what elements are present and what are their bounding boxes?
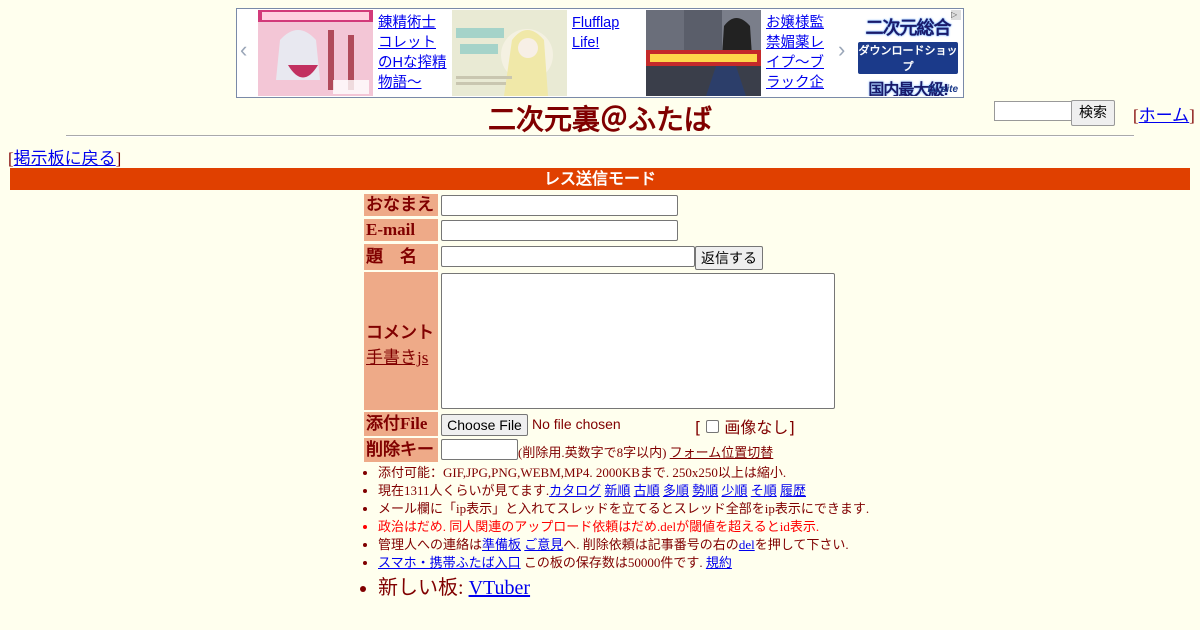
home-link-wrapper: [ホーム]: [1133, 106, 1195, 125]
viewer-count: 現在1311人くらいが見てます.: [378, 483, 550, 498]
email-field[interactable]: [441, 220, 678, 241]
note-attachments: 添付可能：GIF,JPG,PNG,WEBM,MP4. 2000KBまで. 250…: [378, 464, 872, 482]
submit-reply-button[interactable]: 返信する: [695, 246, 763, 270]
ad-next-arrow[interactable]: ›: [838, 37, 845, 63]
note-ip-display: メール欄に「ip表示」と入れてスレッドを立てるとスレッド全部をip表示にできます…: [378, 500, 872, 518]
sort-momentum-link[interactable]: 勢順: [692, 483, 718, 498]
preparation-board-link[interactable]: 準備板: [482, 537, 521, 552]
sort-few-link[interactable]: 少順: [721, 483, 747, 498]
search-button[interactable]: 検索: [1071, 100, 1115, 126]
subject-field[interactable]: [441, 246, 695, 267]
note-contact: 管理人への連絡は準備板 ご意見へ. 削除依頼は記事番号の右のdelを押して下さい…: [378, 536, 872, 554]
contact-text-c: を押して下さい.: [754, 537, 849, 552]
sort-other-link[interactable]: そ順: [751, 483, 777, 498]
ad-prev-arrow[interactable]: ‹: [240, 37, 247, 63]
del-link[interactable]: del: [739, 537, 755, 552]
file-label: 添付File: [364, 412, 438, 436]
dlsite-logo: DLsite: [927, 84, 958, 95]
delete-key-note: (削除用.英数字で8字以内): [518, 445, 667, 460]
handwriting-link-wrapper: 手書きjs: [366, 343, 438, 368]
dlsite-banner-line2: ダウンロードショップ: [858, 42, 958, 74]
ad-link-3[interactable]: お嬢様監禁媚薬レイプ～ブラック企: [766, 15, 824, 91]
reply-mode-bar: レス送信モード: [10, 168, 1190, 190]
ad-text-1[interactable]: 錬精術士コレットのHな搾精物語～: [378, 13, 448, 93]
ad-banner[interactable]: ‹ 錬精術士コレットのHな搾精物語～ Flufflap Life! お嬢様監禁媚…: [236, 8, 964, 98]
history-link[interactable]: 履歴: [780, 483, 806, 498]
ad-text-2[interactable]: Flufflap Life!: [572, 13, 642, 53]
vtuber-board-link[interactable]: VTuber: [469, 577, 531, 599]
search-input[interactable]: [994, 101, 1074, 121]
feedback-link[interactable]: ご意見: [524, 537, 563, 552]
no-image-checkbox[interactable]: [706, 420, 720, 433]
mobile-entrance-link[interactable]: スマホ・携帯ふたば入口: [378, 555, 521, 570]
sort-old-link[interactable]: 古順: [634, 483, 660, 498]
choose-file-button[interactable]: Choose File: [441, 414, 528, 436]
dlsite-banner[interactable]: 二次元総合 ダウンロードショップ 国内最大級! DLsite: [855, 10, 961, 96]
divider: [66, 135, 1134, 137]
comment-label: コメント: [366, 323, 434, 342]
ad-choices-icon[interactable]: ▷: [951, 10, 961, 20]
note-new-board: 新しい板: VTuber: [378, 574, 872, 602]
ad-image-3[interactable]: [646, 10, 761, 96]
ad-link-2[interactable]: Flufflap Life!: [572, 15, 619, 51]
handwriting-js-link[interactable]: 手書きjs: [366, 348, 428, 367]
ad-image-1[interactable]: [258, 10, 373, 96]
dlsite-banner-line1: 二次元総合: [865, 18, 952, 38]
sort-new-link[interactable]: 新順: [604, 483, 630, 498]
contact-text-b: へ. 削除依頼は記事番号の右の: [563, 537, 739, 552]
terms-link[interactable]: 規約: [706, 555, 732, 570]
email-label: E-mail: [364, 219, 438, 241]
new-board-prefix: 新しい板:: [378, 577, 469, 599]
ad-link-1[interactable]: 錬精術士コレットのHな搾精物語～: [378, 15, 446, 91]
home-link[interactable]: ホーム: [1139, 106, 1190, 125]
catalog-link[interactable]: カタログ: [549, 483, 601, 498]
no-image-label: 画像なし: [724, 418, 789, 437]
note-mobile: スマホ・携帯ふたば入口 この板の保存数は50000件です. 規約: [378, 554, 872, 572]
comment-label-cell: コメント 手書きjs: [364, 272, 438, 410]
back-to-board-link[interactable]: 掲示板に戻る: [14, 149, 116, 168]
contact-text-a: 管理人への連絡は: [378, 537, 483, 552]
file-status: No file chosen: [532, 416, 621, 432]
no-image-option: [ 画像なし]: [695, 418, 795, 437]
name-field[interactable]: [441, 195, 678, 216]
name-label: おなまえ: [364, 194, 438, 216]
back-link-wrapper: [掲示板に戻る]: [8, 149, 122, 168]
form-position-toggle-link[interactable]: フォーム位置切替: [670, 445, 774, 460]
ad-text-3[interactable]: お嬢様監禁媚薬レイプ～ブラック企: [766, 13, 836, 93]
ad-image-2[interactable]: [452, 10, 567, 96]
notes-list: 添付可能：GIF,JPG,PNG,WEBM,MP4. 2000KBまで. 250…: [364, 464, 872, 602]
delete-key-field[interactable]: [441, 439, 518, 460]
storage-count-text: この板の保存数は50000件です.: [520, 555, 703, 570]
delete-key-note-row: (削除用.英数字で8字以内) フォーム位置切替: [518, 442, 773, 461]
comment-textarea[interactable]: [441, 273, 835, 409]
note-rules: 政治はだめ. 同人関連のアップロード依頼はだめ.delが閾値を超えるとid表示.: [378, 518, 872, 536]
delete-key-label: 削除キー: [364, 438, 438, 462]
note-viewers: 現在1311人くらいが見てます.カタログ 新順 古順 多順 勢順 少順 そ順 履…: [378, 482, 872, 500]
subject-label: 題 名: [364, 244, 438, 270]
sort-many-link[interactable]: 多順: [663, 483, 689, 498]
